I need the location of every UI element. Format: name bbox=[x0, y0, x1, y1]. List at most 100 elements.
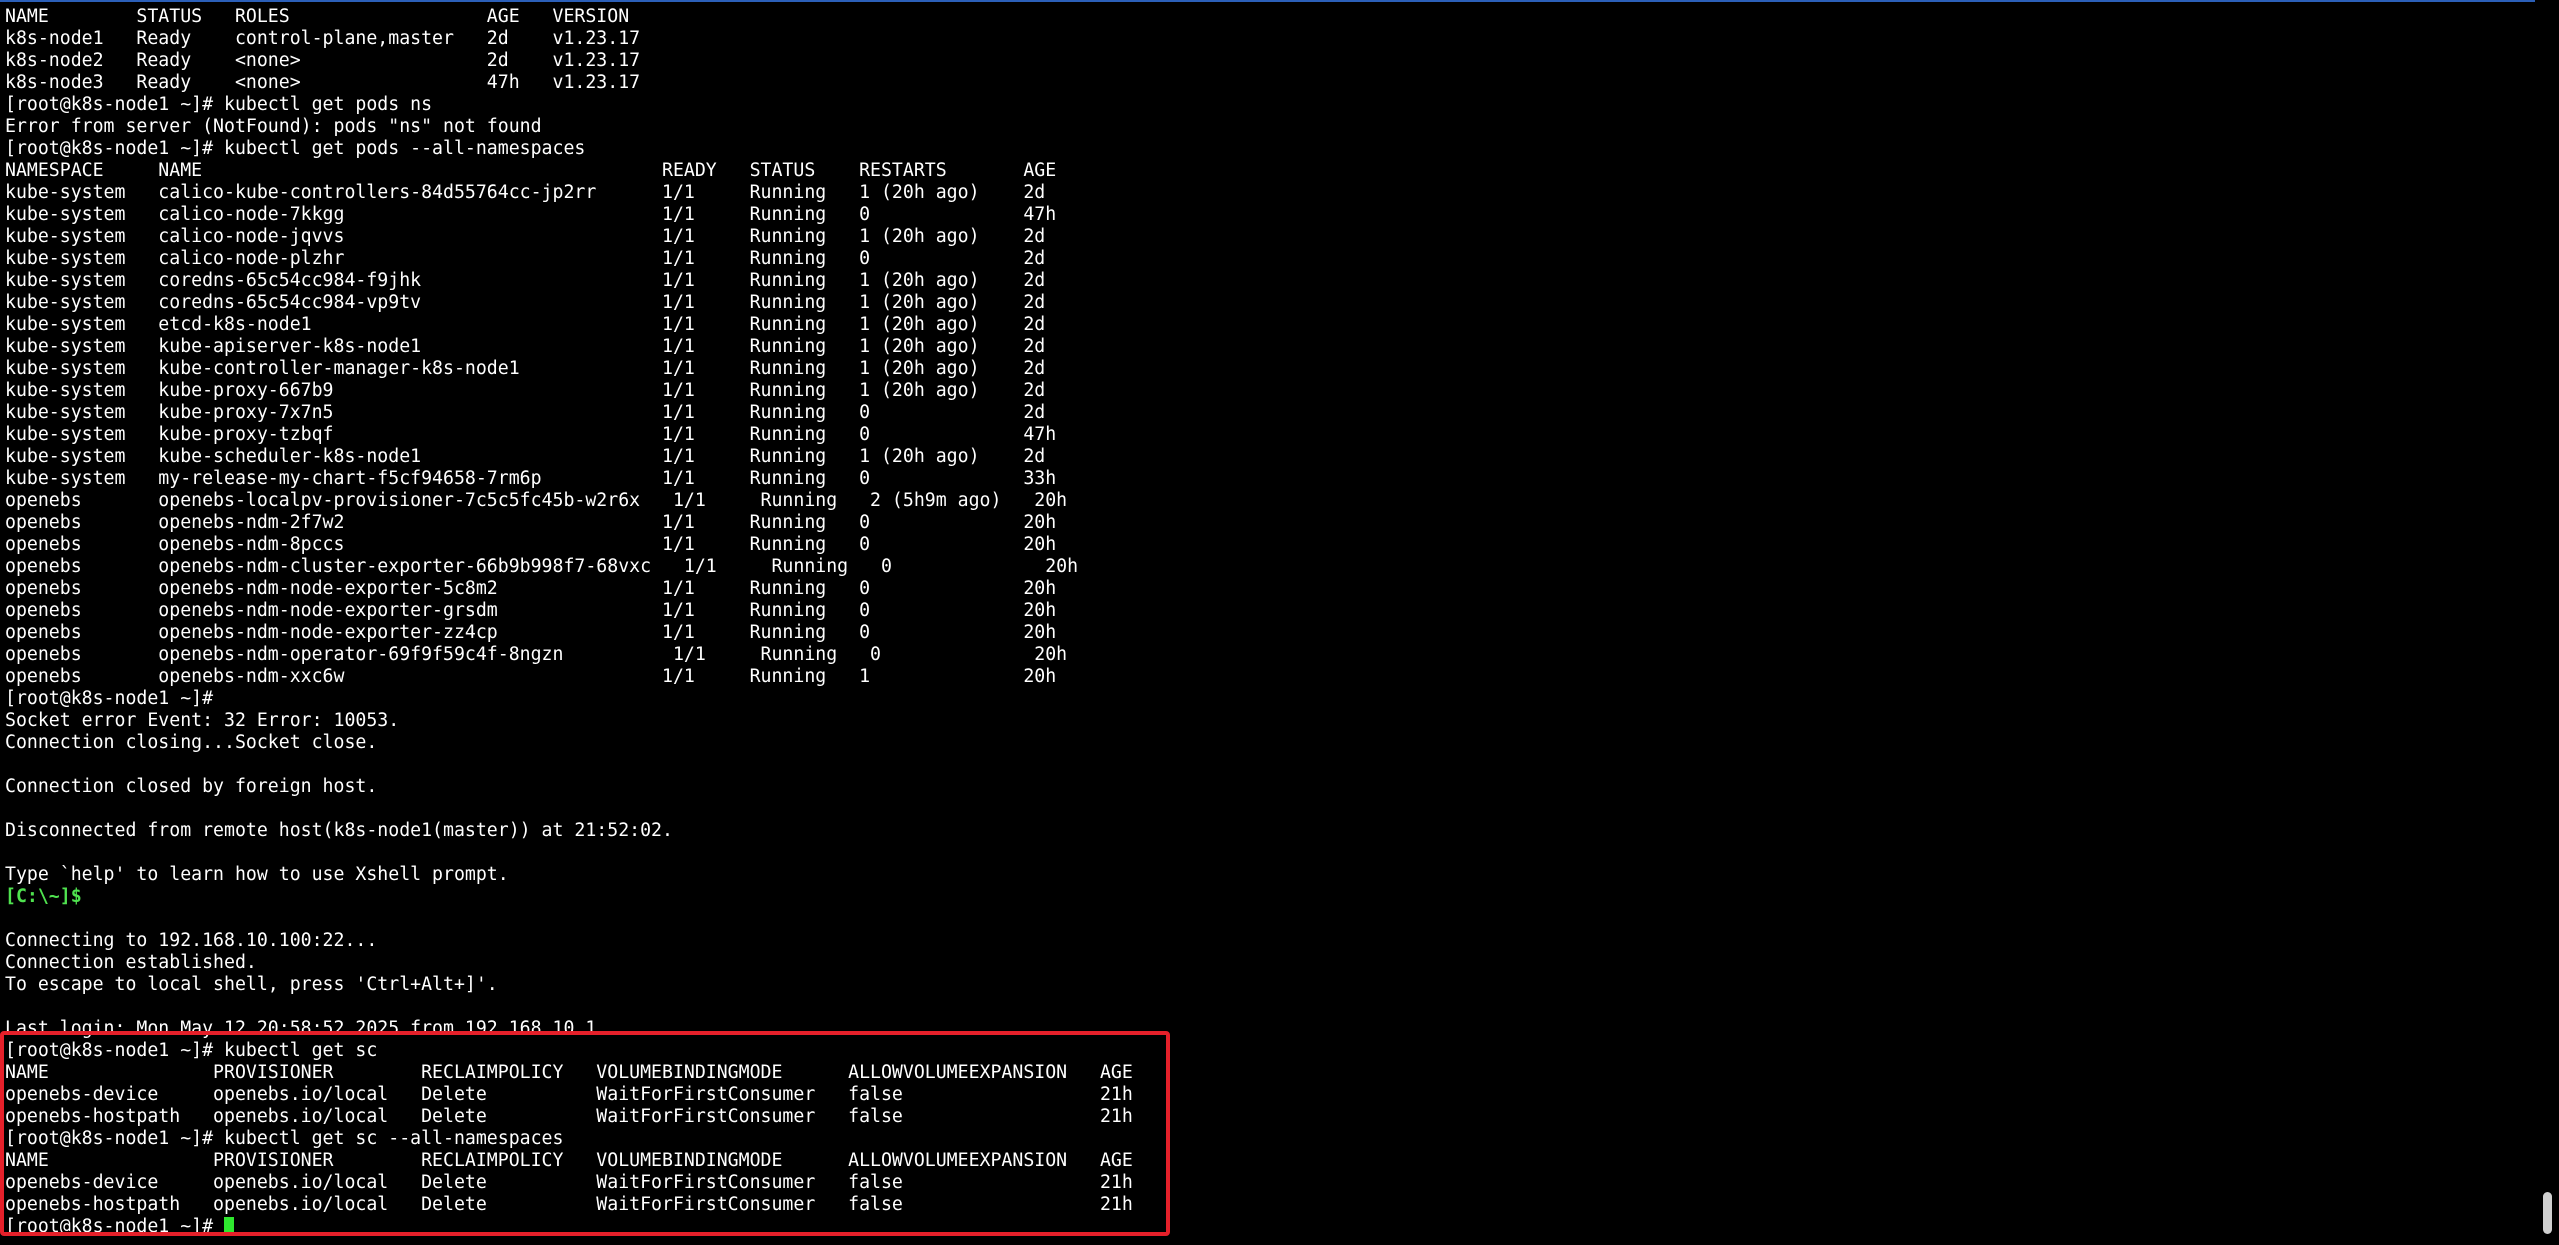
terminal-line-text: openebs openebs-ndm-2f7w2 1/1 Running 0 … bbox=[5, 512, 1057, 533]
terminal-line: kube-system calico-node-jqvvs 1/1 Runnin… bbox=[5, 226, 1133, 248]
terminal-line: [root@k8s-node1 ~]# bbox=[5, 688, 1133, 710]
terminal-line-text: [root@k8s-node1 ~]# kubectl get pods ns bbox=[5, 94, 433, 115]
terminal-line-text: openebs-hostpath openebs.io/local Delete… bbox=[5, 1194, 1133, 1215]
terminal-line: kube-system kube-scheduler-k8s-node1 1/1… bbox=[5, 446, 1133, 468]
terminal-line-text: kube-system coredns-65c54cc984-vp9tv 1/1… bbox=[5, 292, 1046, 313]
terminal-line-text: k8s-node2 Ready <none> 2d v1.23.17 bbox=[5, 50, 641, 71]
terminal-line-text: kube-system kube-proxy-667b9 1/1 Running… bbox=[5, 380, 1046, 401]
terminal-line: kube-system coredns-65c54cc984-vp9tv 1/1… bbox=[5, 292, 1133, 314]
vertical-scrollbar[interactable] bbox=[2535, 0, 2559, 1245]
terminal-line-text: kube-system calico-kube-controllers-84d5… bbox=[5, 182, 1046, 203]
terminal-line-text: kube-system kube-proxy-7x7n5 1/1 Running… bbox=[5, 402, 1046, 423]
terminal-line-text: [root@k8s-node1 ~]# kubectl get sc bbox=[5, 1040, 378, 1061]
terminal-line-text: NAME PROVISIONER RECLAIMPOLICY VOLUMEBIN… bbox=[5, 1062, 1133, 1083]
terminal-line: kube-system coredns-65c54cc984-f9jhk 1/1… bbox=[5, 270, 1133, 292]
terminal-line-text: Connecting to 192.168.10.100:22... bbox=[5, 930, 378, 951]
terminal-line-text: NAMESPACE NAME READY STATUS RESTARTS AGE bbox=[5, 160, 1057, 181]
terminal-line-text: Last login: Mon May 12 20:58:52 2025 fro… bbox=[5, 1018, 597, 1039]
terminal-line: Disconnected from remote host(k8s-node1(… bbox=[5, 820, 1133, 842]
terminal-line-text: openebs openebs-ndm-node-exporter-5c8m2 … bbox=[5, 578, 1057, 599]
terminal-line: Socket error Event: 32 Error: 10053. bbox=[5, 710, 1133, 732]
terminal-line: [root@k8s-node1 ~]# kubectl get pods ns bbox=[5, 94, 1133, 116]
terminal-line-text: openebs openebs-localpv-provisioner-7c5c… bbox=[5, 490, 1068, 511]
terminal-line: openebs openebs-ndm-node-exporter-grsdm … bbox=[5, 600, 1133, 622]
terminal-line-text: [root@k8s-node1 ~]# kubectl get pods --a… bbox=[5, 138, 586, 159]
terminal-line: openebs openebs-ndm-xxc6w 1/1 Running 1 … bbox=[5, 666, 1133, 688]
terminal-lines: NAME STATUS ROLES AGE VERSION k8s-node1 R… bbox=[5, 6, 1133, 1238]
terminal-line: Connection closing...Socket close. bbox=[5, 732, 1133, 754]
terminal-line: k8s-node1 Ready control-plane,master 2d … bbox=[5, 28, 1133, 50]
terminal-line-text: kube-system kube-controller-manager-k8s-… bbox=[5, 358, 1046, 379]
terminal-line: openebs openebs-ndm-node-exporter-5c8m2 … bbox=[5, 578, 1133, 600]
terminal-line-text: To escape to local shell, press 'Ctrl+Al… bbox=[5, 974, 498, 995]
terminal-line-text: openebs openebs-ndm-xxc6w 1/1 Running 1 … bbox=[5, 666, 1057, 687]
terminal-line: [root@k8s-node1 ~]# kubectl get pods --a… bbox=[5, 138, 1133, 160]
terminal-line-text: k8s-node1 Ready control-plane,master 2d … bbox=[5, 28, 641, 49]
terminal-line: openebs openebs-ndm-2f7w2 1/1 Running 0 … bbox=[5, 512, 1133, 534]
terminal-line: openebs-hostpath openebs.io/local Delete… bbox=[5, 1106, 1133, 1128]
terminal-line: kube-system calico-kube-controllers-84d5… bbox=[5, 182, 1133, 204]
terminal-output-area[interactable]: NAME STATUS ROLES AGE VERSION k8s-node1 R… bbox=[0, 2, 2535, 1245]
terminal-line: kube-system calico-node-7kkgg 1/1 Runnin… bbox=[5, 204, 1133, 226]
terminal-line: [C:\~]$ bbox=[5, 886, 1133, 908]
terminal-line: NAME PROVISIONER RECLAIMPOLICY VOLUMEBIN… bbox=[5, 1150, 1133, 1172]
terminal-line: kube-system kube-proxy-667b9 1/1 Running… bbox=[5, 380, 1133, 402]
terminal-line-text: openebs-device openebs.io/local Delete W… bbox=[5, 1084, 1133, 1105]
terminal-line-text: kube-system kube-scheduler-k8s-node1 1/1… bbox=[5, 446, 1046, 467]
terminal-line: openebs openebs-ndm-8pccs 1/1 Running 0 … bbox=[5, 534, 1133, 556]
terminal-line: kube-system calico-node-plzhr 1/1 Runnin… bbox=[5, 248, 1133, 270]
terminal-line: Connecting to 192.168.10.100:22... bbox=[5, 930, 1133, 952]
terminal-line: openebs openebs-ndm-node-exporter-zz4cp … bbox=[5, 622, 1133, 644]
terminal-line: Error from server (NotFound): pods "ns" … bbox=[5, 116, 1133, 138]
terminal-line-text: Connection closed by foreign host. bbox=[5, 776, 378, 797]
terminal-line: k8s-node2 Ready <none> 2d v1.23.17 bbox=[5, 50, 1133, 72]
terminal-line: Last login: Mon May 12 20:58:52 2025 fro… bbox=[5, 1018, 1133, 1040]
terminal-line: kube-system etcd-k8s-node1 1/1 Running 1… bbox=[5, 314, 1133, 336]
scrollbar-thumb[interactable] bbox=[2543, 1192, 2552, 1234]
terminal-line: openebs-device openebs.io/local Delete W… bbox=[5, 1172, 1133, 1194]
terminal-line-text: Connection established. bbox=[5, 952, 257, 973]
terminal-line-text: openebs-device openebs.io/local Delete W… bbox=[5, 1172, 1133, 1193]
terminal-line: [root@k8s-node1 ~]# bbox=[5, 1216, 1133, 1238]
terminal-line: Type `help' to learn how to use Xshell p… bbox=[5, 864, 1133, 886]
terminal-line-text: kube-system calico-node-7kkgg 1/1 Runnin… bbox=[5, 204, 1057, 225]
terminal-line: kube-system kube-proxy-tzbqf 1/1 Running… bbox=[5, 424, 1133, 446]
terminal-line-text: [C:\~]$ bbox=[5, 886, 82, 907]
terminal-line-text: [root@k8s-node1 ~]# bbox=[5, 1216, 224, 1237]
terminal-cursor bbox=[224, 1217, 234, 1235]
terminal-line-text: openebs openebs-ndm-node-exporter-grsdm … bbox=[5, 600, 1057, 621]
terminal-line-text: kube-system my-release-my-chart-f5cf9465… bbox=[5, 468, 1057, 489]
terminal-line-text: kube-system kube-apiserver-k8s-node1 1/1… bbox=[5, 336, 1046, 357]
terminal-line-text: openebs openebs-ndm-8pccs 1/1 Running 0 … bbox=[5, 534, 1057, 555]
terminal-line-text: Disconnected from remote host(k8s-node1(… bbox=[5, 820, 673, 841]
terminal-line: openebs openebs-localpv-provisioner-7c5c… bbox=[5, 490, 1133, 512]
terminal-line-text: openebs openebs-ndm-node-exporter-zz4cp … bbox=[5, 622, 1057, 643]
terminal-line-text: [root@k8s-node1 ~]# kubectl get sc --all… bbox=[5, 1128, 564, 1149]
terminal-line-text: kube-system kube-proxy-tzbqf 1/1 Running… bbox=[5, 424, 1057, 445]
terminal-line: kube-system kube-controller-manager-k8s-… bbox=[5, 358, 1133, 380]
terminal-line: Connection closed by foreign host. bbox=[5, 776, 1133, 798]
terminal-line: openebs-device openebs.io/local Delete W… bbox=[5, 1084, 1133, 1106]
terminal-line-text: kube-system coredns-65c54cc984-f9jhk 1/1… bbox=[5, 270, 1046, 291]
terminal-line-text: Connection closing...Socket close. bbox=[5, 732, 378, 753]
terminal-line-text: [root@k8s-node1 ~]# bbox=[5, 688, 214, 709]
terminal-line-text: kube-system calico-node-plzhr 1/1 Runnin… bbox=[5, 248, 1046, 269]
terminal-line: openebs-hostpath openebs.io/local Delete… bbox=[5, 1194, 1133, 1216]
terminal-line-text: kube-system calico-node-jqvvs 1/1 Runnin… bbox=[5, 226, 1046, 247]
terminal-line-text: Socket error Event: 32 Error: 10053. bbox=[5, 710, 400, 731]
terminal-line: kube-system my-release-my-chart-f5cf9465… bbox=[5, 468, 1133, 490]
terminal-line: k8s-node3 Ready <none> 47h v1.23.17 bbox=[5, 72, 1133, 94]
terminal-line: kube-system kube-apiserver-k8s-node1 1/1… bbox=[5, 336, 1133, 358]
terminal-line: Connection established. bbox=[5, 952, 1133, 974]
terminal-line: openebs openebs-ndm-operator-69f9f59c4f-… bbox=[5, 644, 1133, 666]
terminal-line-text: openebs openebs-ndm-cluster-exporter-66b… bbox=[5, 556, 1079, 577]
terminal-line: NAME STATUS ROLES AGE VERSION bbox=[5, 6, 1133, 28]
terminal-line-text: Error from server (NotFound): pods "ns" … bbox=[5, 116, 542, 137]
terminal-line-text: Type `help' to learn how to use Xshell p… bbox=[5, 864, 509, 885]
terminal-line: NAME PROVISIONER RECLAIMPOLICY VOLUMEBIN… bbox=[5, 1062, 1133, 1084]
terminal-line: kube-system kube-proxy-7x7n5 1/1 Running… bbox=[5, 402, 1133, 424]
terminal-line: NAMESPACE NAME READY STATUS RESTARTS AGE bbox=[5, 160, 1133, 182]
